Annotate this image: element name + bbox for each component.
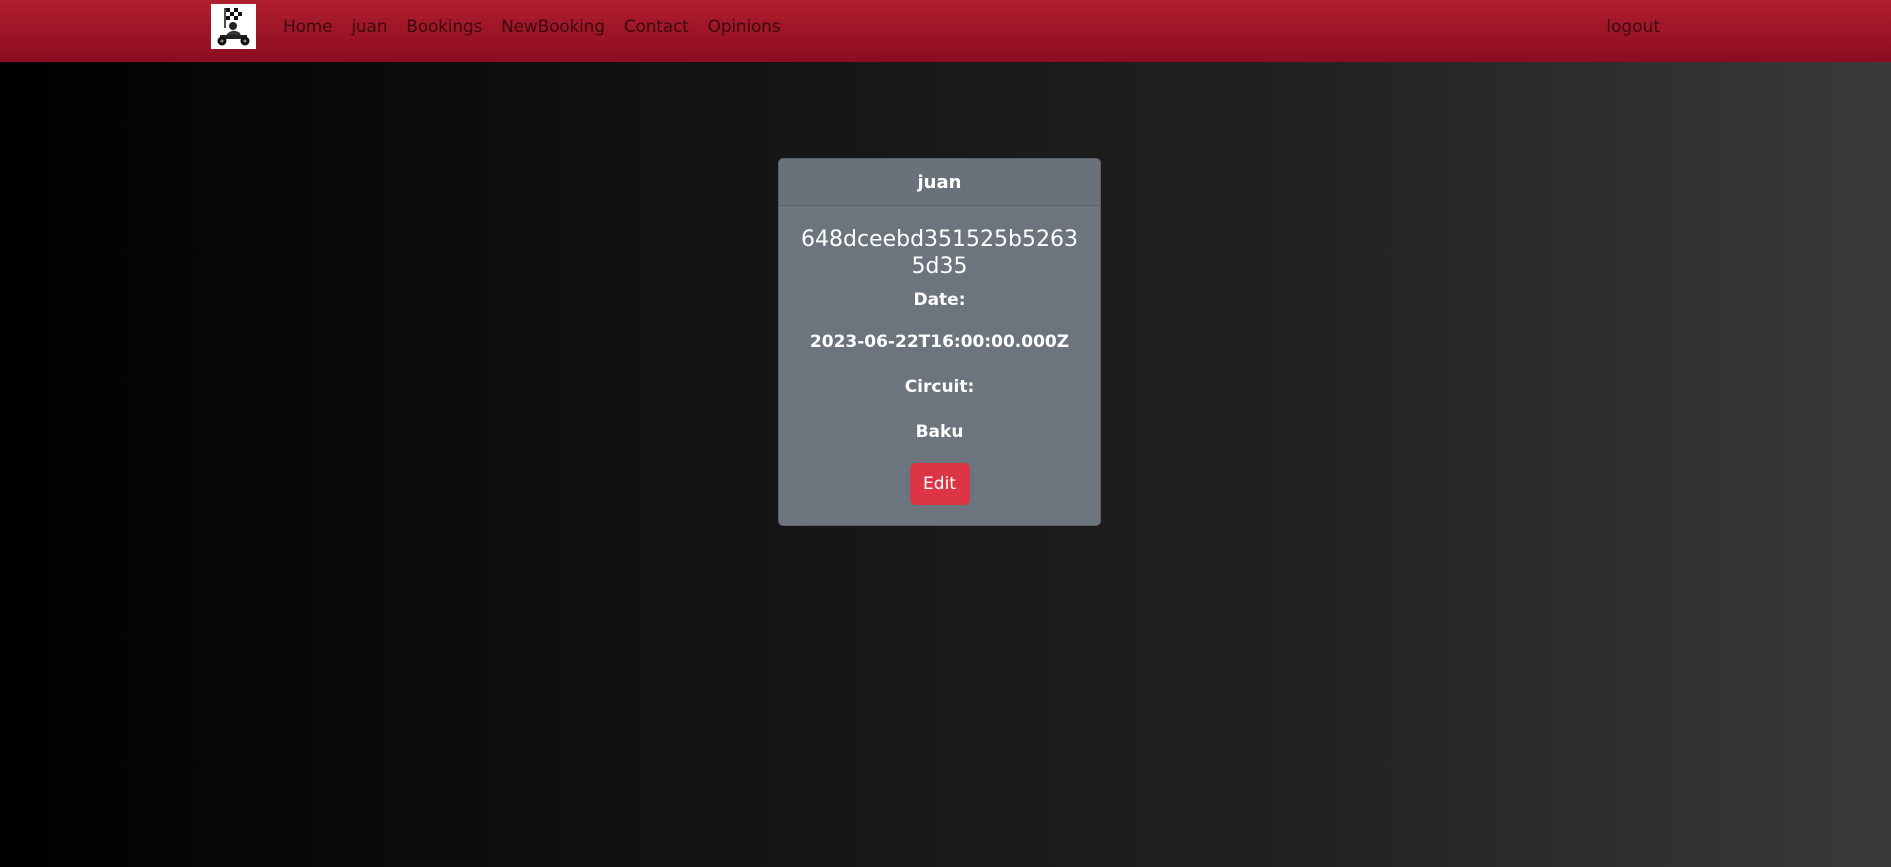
booking-card: juan 648dceebd351525b52635d35 Date: 2023… — [778, 158, 1101, 526]
logout-link[interactable]: logout — [1606, 0, 1660, 54]
nav-link-contact[interactable]: Contact — [624, 17, 689, 37]
nav-link-profile[interactable]: juan — [351, 17, 387, 37]
nav-link-new-booking[interactable]: NewBooking — [501, 17, 605, 37]
circuit-label: Circuit: — [904, 377, 975, 397]
booking-card-body: 648dceebd351525b52635d35 Date: 2023-06-2… — [779, 206, 1100, 505]
booking-id: 648dceebd351525b52635d35 — [801, 227, 1078, 279]
nav-link-bookings[interactable]: Bookings — [406, 17, 482, 37]
booking-card-header: juan — [779, 159, 1100, 206]
go-kart-logo-icon — [211, 4, 256, 49]
navbar: Home juan Bookings NewBooking Contact Op… — [0, 0, 1891, 62]
date-label: Date: — [913, 290, 966, 310]
nav-links: Home juan Bookings NewBooking Contact Op… — [283, 0, 799, 54]
circuit-value: Baku — [915, 422, 964, 442]
brand-logo[interactable] — [211, 4, 256, 49]
edit-button[interactable]: Edit — [909, 463, 970, 505]
nav-link-home[interactable]: Home — [283, 17, 333, 37]
nav-link-opinions[interactable]: Opinions — [708, 17, 781, 37]
date-value: 2023-06-22T16:00:00.000Z — [809, 332, 1070, 352]
